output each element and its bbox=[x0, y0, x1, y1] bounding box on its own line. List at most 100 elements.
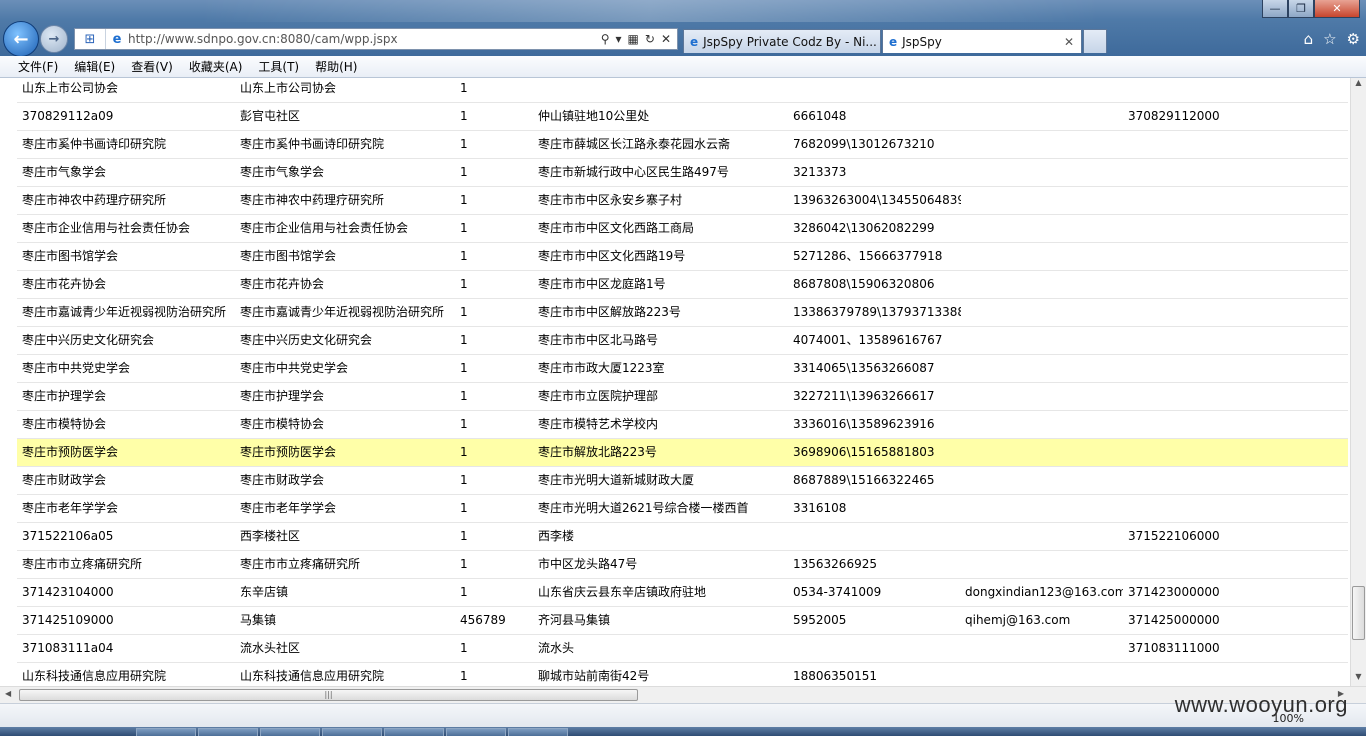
table-row[interactable]: 山东科技通信息应用研究院 山东科技通信息应用研究院 1 聊城市站前南街42号 18806… bbox=[17, 663, 1348, 686]
table-cell: 流水头 bbox=[538, 641, 575, 655]
search-icon[interactable]: ⚲ bbox=[601, 32, 610, 46]
menu-edit[interactable]: 编辑(E) bbox=[66, 58, 123, 75]
table-row[interactable]: 山东上市公司协会 山东上市公司协会 1 bbox=[17, 78, 1348, 103]
dropdown-arrow-icon[interactable]: ▾ bbox=[616, 32, 622, 46]
table-cell: 枣庄市市政大厦1223室 bbox=[538, 361, 665, 375]
table-cell: 8687889\15166322465 bbox=[793, 473, 935, 487]
stop-icon[interactable]: ✕ bbox=[661, 32, 671, 46]
table-row[interactable]: 枣庄市嘉诚青少年近视弱视防治研究所 枣庄市嘉诚青少年近视弱视防治研究所 1 枣庄市市中… bbox=[17, 299, 1348, 327]
compat-view-toggle-icon[interactable]: ▦ bbox=[628, 32, 639, 46]
table-cell: 枣庄市中共党史学会 bbox=[240, 361, 349, 375]
forward-arrow-icon[interactable]: → bbox=[40, 25, 68, 53]
page-content: 山东上市公司协会 山东上市公司协会 1 370829112a09 彭官屯社区 1 仲山镇驻地… bbox=[0, 78, 1350, 686]
menu-tools[interactable]: 工具(T) bbox=[250, 58, 307, 75]
horizontal-scroll-thumb[interactable]: ||| bbox=[19, 689, 638, 701]
table-cell: 6661048 bbox=[793, 109, 847, 123]
taskbar-button[interactable] bbox=[508, 728, 568, 736]
table-row[interactable]: 370829112a09 彭官屯社区 1 仲山镇驻地10公里处 6661048 37082… bbox=[17, 103, 1348, 131]
table-row[interactable]: 枣庄市模特协会 枣庄市模特协会 1 枣庄市模特艺术学校内 3336016\1358962… bbox=[17, 411, 1348, 439]
table-cell bbox=[1128, 131, 1308, 158]
table-row[interactable]: 枣庄市企业信用与社会责任协会 枣庄市企业信用与社会责任协会 1 枣庄市市中区文化西路工… bbox=[17, 215, 1348, 243]
scroll-down-arrow-icon[interactable]: ▼ bbox=[1351, 672, 1366, 686]
menu-file[interactable]: 文件(F) bbox=[10, 58, 66, 75]
table-row[interactable]: 枣庄市神农中药理疗研究所 枣庄市神农中药理疗研究所 1 枣庄市市中区永安乡寨子村 139… bbox=[17, 187, 1348, 215]
table-cell: 1 bbox=[460, 445, 468, 459]
star-icon[interactable]: ☆ bbox=[1323, 30, 1336, 48]
table-cell: 枣庄市市立医院护理部 bbox=[538, 389, 659, 403]
table-row[interactable]: 枣庄市图书馆学会 枣庄市图书馆学会 1 枣庄市市中区文化西路19号 5271286、15… bbox=[17, 243, 1348, 271]
taskbar-button[interactable] bbox=[446, 728, 506, 736]
table-row[interactable]: 371522106a05 西李楼社区 1 西李楼 371522106000 bbox=[17, 523, 1348, 551]
table-row[interactable]: 枣庄市中共党史学会 枣庄市中共党史学会 1 枣庄市市政大厦1223室 3314065\1… bbox=[17, 355, 1348, 383]
scroll-up-arrow-icon[interactable]: ▲ bbox=[1351, 78, 1366, 92]
table-cell: 枣庄市模特协会 bbox=[240, 417, 325, 431]
table-cell: 枣庄市老年学学会 bbox=[240, 501, 337, 515]
table-row[interactable]: 371423104000 东辛店镇 1 山东省庆云县东辛店镇政府驻地 0534-3741… bbox=[17, 579, 1348, 607]
table-cell: 枣庄市神农中药理疗研究所 bbox=[240, 193, 385, 207]
url-text[interactable]: http://www.sdnpo.gov.cn:8080/cam/wpp.jsp… bbox=[128, 32, 601, 46]
table-cell bbox=[538, 78, 788, 102]
table-row[interactable]: 枣庄中兴历史文化研究会 枣庄中兴历史文化研究会 1 枣庄市市中区北马路号 4074001… bbox=[17, 327, 1348, 355]
table-cell: 枣庄市预防医学会 bbox=[240, 445, 337, 459]
table-cell: 山东科技通信息应用研究院 bbox=[240, 669, 385, 683]
menu-view[interactable]: 查看(V) bbox=[123, 58, 181, 75]
table-row[interactable]: 枣庄市预防医学会 枣庄市预防医学会 1 枣庄市解放北路223号 3698906\1516… bbox=[17, 439, 1348, 467]
table-cell: 371425109000 bbox=[22, 613, 114, 627]
tab-jspspy[interactable]: e JspSpy ✕ bbox=[882, 29, 1082, 53]
table-cell: 5952005 bbox=[793, 613, 847, 627]
taskbar-button[interactable] bbox=[198, 728, 258, 736]
scroll-left-arrow-icon[interactable]: ◀ bbox=[5, 689, 11, 698]
taskbar-button[interactable] bbox=[260, 728, 320, 736]
table-row[interactable]: 枣庄市奚仲书画诗印研究院 枣庄市奚仲书画诗印研究院 1 枣庄市薛城区长江路永泰花园水云… bbox=[17, 131, 1348, 159]
taskbar-button[interactable] bbox=[136, 728, 196, 736]
table-cell bbox=[793, 523, 961, 550]
refresh-icon[interactable]: ↻ bbox=[645, 32, 655, 46]
status-bar: 100% bbox=[0, 703, 1366, 727]
tab-jspspy-private[interactable]: e JspSpy Private Codz By - Ni... bbox=[683, 29, 881, 53]
table-row[interactable]: 枣庄市花卉协会 枣庄市花卉协会 1 枣庄市市中区龙庭路1号 8687808\159063… bbox=[17, 271, 1348, 299]
table-cell: 枣庄市神农中药理疗研究所 bbox=[22, 193, 167, 207]
table-row[interactable]: 371083111a04 流水头社区 1 流水头 371083111000 bbox=[17, 635, 1348, 663]
new-tab-button[interactable] bbox=[1083, 29, 1107, 53]
table-cell: 枣庄市市立疼痛研究所 bbox=[22, 557, 143, 571]
table-cell: 1 bbox=[460, 221, 468, 235]
taskbar-button[interactable] bbox=[322, 728, 382, 736]
address-bar[interactable]: ⊞ e http://www.sdnpo.gov.cn:8080/cam/wpp… bbox=[74, 28, 678, 50]
back-arrow-icon[interactable]: ← bbox=[3, 21, 39, 57]
table-cell: 东辛店镇 bbox=[240, 585, 289, 599]
table-cell bbox=[1128, 299, 1308, 326]
titlebar-glare bbox=[200, 0, 1100, 22]
table-cell bbox=[1128, 663, 1308, 686]
home-icon[interactable]: ⌂ bbox=[1304, 30, 1314, 48]
compatibility-view-icon[interactable]: ⊞ bbox=[75, 29, 106, 49]
table-cell: 3316108 bbox=[793, 501, 847, 515]
taskbar-button[interactable] bbox=[384, 728, 444, 736]
watermark: www.wooyun.org bbox=[1174, 692, 1348, 717]
table-row[interactable]: 枣庄市护理学会 枣庄市护理学会 1 枣庄市市立医院护理部 3227211\1396326… bbox=[17, 383, 1348, 411]
table-cell: 流水头社区 bbox=[240, 641, 301, 655]
close-window-button[interactable]: ✕ bbox=[1314, 0, 1360, 18]
vertical-scroll-thumb[interactable] bbox=[1352, 586, 1365, 640]
menu-favorites[interactable]: 收藏夹(A) bbox=[181, 58, 251, 75]
close-tab-icon[interactable]: ✕ bbox=[1064, 35, 1074, 49]
table-cell: 371522106a05 bbox=[22, 529, 114, 543]
table-cell: 枣庄市市中区解放路223号 bbox=[538, 305, 681, 319]
vertical-scrollbar[interactable]: ▲ ▼ bbox=[1350, 78, 1366, 686]
menu-help[interactable]: 帮助(H) bbox=[307, 58, 365, 75]
table-cell: 枣庄市奚仲书画诗印研究院 bbox=[22, 137, 167, 151]
table-cell bbox=[1128, 159, 1308, 186]
table-cell bbox=[965, 495, 1123, 522]
table-cell: 枣庄市模特协会 bbox=[22, 417, 107, 431]
table-row[interactable]: 枣庄市财政学会 枣庄市财政学会 1 枣庄市光明大道新城财政大厦 8687889\1516… bbox=[17, 467, 1348, 495]
table-cell bbox=[1128, 271, 1308, 298]
horizontal-scrollbar[interactable]: ◀ ||| ▶ bbox=[0, 686, 1366, 703]
table-row[interactable]: 371425109000 马集镇 456789 齐河县马集镇 5952005 qihemj… bbox=[17, 607, 1348, 635]
table-cell: 枣庄市护理学会 bbox=[22, 389, 107, 403]
gear-icon[interactable]: ⚙ bbox=[1347, 30, 1360, 48]
ie-tab-icon: e bbox=[690, 34, 699, 49]
table-row[interactable]: 枣庄市市立疼痛研究所 枣庄市市立疼痛研究所 1 市中区龙头路47号 1356326692… bbox=[17, 551, 1348, 579]
maximize-button[interactable]: ❐ bbox=[1288, 0, 1314, 18]
table-row[interactable]: 枣庄市老年学学会 枣庄市老年学学会 1 枣庄市光明大道2621号综合楼一楼西首 3316… bbox=[17, 495, 1348, 523]
minimize-button[interactable]: — bbox=[1262, 0, 1288, 18]
table-row[interactable]: 枣庄市气象学会 枣庄市气象学会 1 枣庄市新城行政中心区民生路497号 3213373 bbox=[17, 159, 1348, 187]
